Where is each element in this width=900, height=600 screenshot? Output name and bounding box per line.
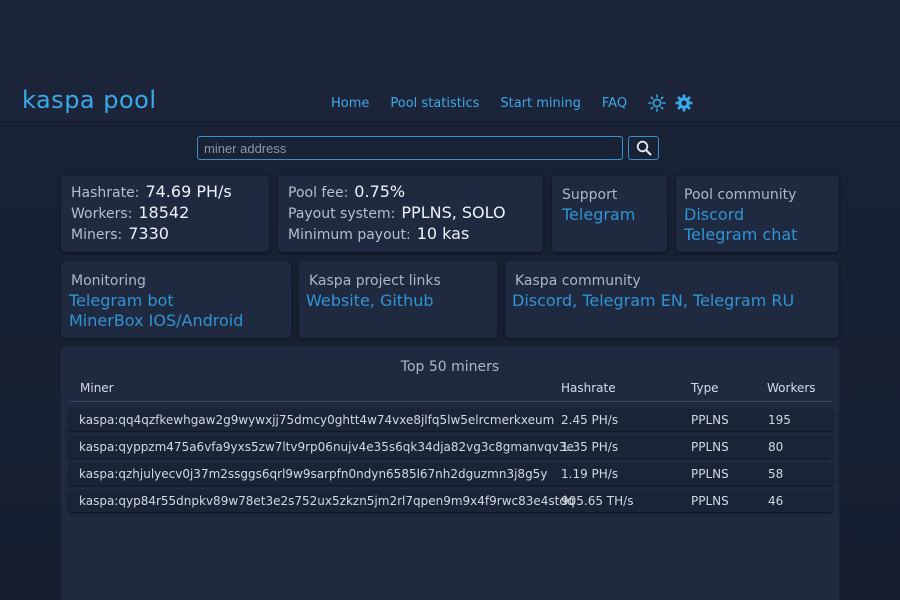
miner-hashrate: 905.65 TH/s bbox=[561, 494, 634, 508]
search-icon bbox=[636, 140, 651, 156]
kaspa-project-links-card: Kaspa project links Website, Github bbox=[299, 261, 497, 338]
main-nav: Home Pool statistics Start mining FAQ bbox=[331, 94, 702, 112]
pool-community-card: Pool community Discord Telegram chat bbox=[676, 176, 839, 252]
miner-workers: 195 bbox=[768, 413, 791, 427]
miner-hashrate: 2.45 PH/s bbox=[561, 413, 619, 427]
monitoring-card: Monitoring Telegram bot MinerBox IOS/And… bbox=[61, 261, 291, 338]
kaspa-community-title: Kaspa community bbox=[515, 273, 641, 289]
top-miners-title: Top 50 miners bbox=[400, 359, 500, 375]
column-header-type: Type bbox=[691, 381, 719, 395]
column-header-hashrate: Hashrate bbox=[561, 381, 616, 395]
miner-hashrate: 1.35 PH/s bbox=[561, 440, 619, 454]
telegram-bot-link[interactable]: Telegram bot bbox=[69, 291, 243, 311]
pool-fee-stat: Pool fee: 0.75% bbox=[288, 182, 406, 201]
hashrate-stat: Hashrate: 74.69 PH/s bbox=[71, 182, 232, 201]
search-bar bbox=[197, 136, 659, 160]
miner-type: PPLNS bbox=[691, 467, 729, 481]
pool-telegram-chat-link[interactable]: Telegram chat bbox=[684, 225, 797, 245]
miner-hashrate: 1.19 PH/s bbox=[561, 467, 619, 481]
website-github-link[interactable]: Website, Github bbox=[306, 291, 441, 311]
header-bar: kaspa pool Home Pool statistics Start mi… bbox=[0, 0, 900, 122]
payout-system-value: PPLNS, SOLO bbox=[401, 203, 506, 222]
search-button[interactable] bbox=[628, 136, 659, 160]
table-row[interactable]: kaspa:qyppzm475a6vfa9yxs5zw7ltv9rp06nujv… bbox=[69, 436, 832, 458]
miners-value: 7330 bbox=[128, 224, 169, 243]
nav-pool-statistics[interactable]: Pool statistics bbox=[390, 96, 479, 111]
search-input[interactable] bbox=[197, 136, 623, 160]
pool-fee-value: 0.75% bbox=[354, 182, 406, 201]
nav-home[interactable]: Home bbox=[331, 96, 369, 111]
table-row[interactable]: kaspa:qzhjulyecv0j37m2ssggs6qrl9w9sarpfn… bbox=[69, 463, 832, 485]
miner-address[interactable]: kaspa:qzhjulyecv0j37m2ssggs6qrl9w9sarpfn… bbox=[79, 467, 547, 481]
kaspa-community-links[interactable]: Discord, Telegram EN, Telegram RU bbox=[512, 291, 794, 311]
hashrate-value: 74.69 PH/s bbox=[145, 182, 232, 201]
miner-address[interactable]: kaspa:qyp84r55dnpkv89w78et3e2s752ux5zkzn… bbox=[79, 494, 575, 508]
support-telegram-link[interactable]: Telegram bbox=[562, 205, 635, 225]
nav-faq[interactable]: FAQ bbox=[602, 96, 627, 111]
gear-icon[interactable] bbox=[675, 94, 693, 112]
minimum-payout-stat: Minimum payout: 10 kas bbox=[288, 224, 470, 243]
top-miners-panel: Top 50 miners Miner Hashrate Type Worker… bbox=[61, 347, 839, 600]
header-divider bbox=[69, 401, 832, 402]
support-card: Support Telegram bbox=[552, 176, 667, 252]
miner-address[interactable]: kaspa:qq4qzfkewhgaw2g9wywxjj75dmcy0ghtt4… bbox=[79, 413, 554, 427]
pool-fees-card: Pool fee: 0.75% Payout system: PPLNS, SOLO… bbox=[278, 176, 543, 252]
brand-logo[interactable]: kaspa pool bbox=[22, 86, 157, 114]
miner-address[interactable]: kaspa:qyppzm475a6vfa9yxs5zw7ltv9rp06nujv… bbox=[79, 440, 574, 454]
column-header-miner: Miner bbox=[80, 381, 114, 395]
miner-workers: 58 bbox=[768, 467, 784, 481]
minerbox-link[interactable]: MinerBox IOS/Android bbox=[69, 311, 243, 331]
miner-type: PPLNS bbox=[691, 413, 729, 427]
workers-stat: Workers: 18542 bbox=[71, 203, 190, 222]
nav-start-mining[interactable]: Start mining bbox=[500, 96, 581, 111]
pool-community-title: Pool community bbox=[684, 187, 797, 203]
miner-type: PPLNS bbox=[691, 440, 729, 454]
sun-icon[interactable] bbox=[648, 94, 666, 112]
miners-stat: Miners: 7330 bbox=[71, 224, 169, 243]
miner-workers: 80 bbox=[768, 440, 784, 454]
column-header-workers: Workers bbox=[767, 381, 816, 395]
support-title: Support bbox=[562, 187, 618, 203]
table-row[interactable]: kaspa:qq4qzfkewhgaw2g9wywxjj75dmcy0ghtt4… bbox=[69, 409, 832, 431]
table-row[interactable]: kaspa:qyp84r55dnpkv89w78et3e2s752ux5zkzn… bbox=[69, 490, 832, 512]
workers-value: 18542 bbox=[138, 203, 190, 222]
kaspa-project-links-title: Kaspa project links bbox=[309, 273, 441, 289]
minimum-payout-value: 10 kas bbox=[416, 224, 470, 243]
kaspa-community-card: Kaspa community Discord, Telegram EN, Te… bbox=[505, 261, 839, 338]
payout-system-stat: Payout system: PPLNS, SOLO bbox=[288, 203, 506, 222]
miner-type: PPLNS bbox=[691, 494, 729, 508]
pool-stats-card: Hashrate: 74.69 PH/s Workers: 18542 Miners… bbox=[61, 176, 269, 252]
monitoring-title: Monitoring bbox=[71, 273, 146, 289]
miner-workers: 46 bbox=[768, 494, 784, 508]
pool-discord-link[interactable]: Discord bbox=[684, 205, 797, 225]
